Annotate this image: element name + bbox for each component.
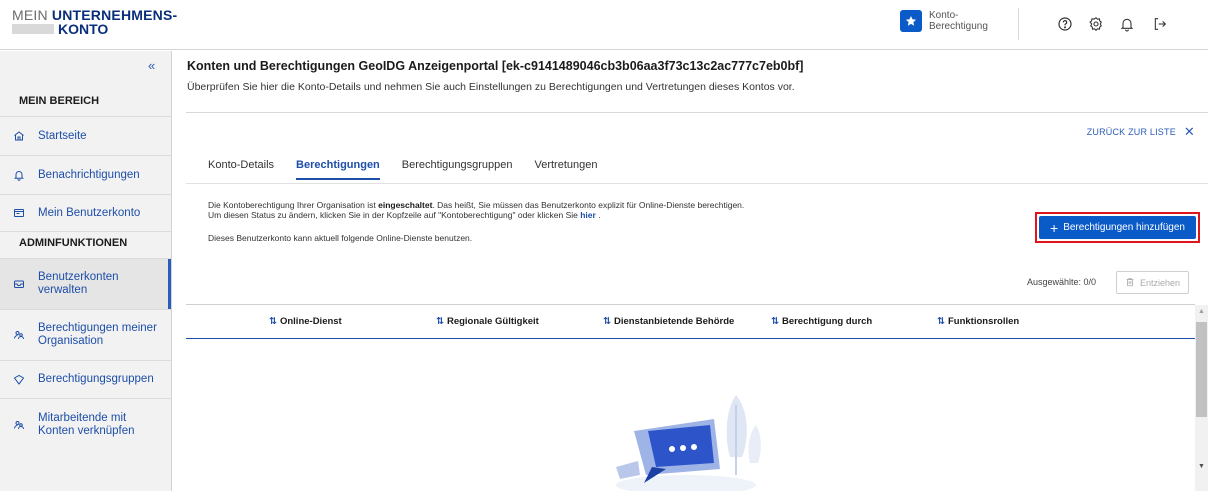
back-to-list-label: ZURÜCK ZUR LISTE [1086, 127, 1176, 137]
scrollbar-thumb[interactable] [1196, 322, 1207, 417]
add-permissions-button[interactable]: + Berechtigungen hinzufügen [1039, 216, 1196, 239]
link-users-icon [12, 418, 26, 432]
info-text: Um diesen Status zu ändern, klicken Sie … [208, 210, 581, 220]
bell-icon [12, 168, 26, 182]
sidebar-item-mitarbeitende-verknuepfen[interactable]: Mitarbeitende mit Konten verknüpfen [0, 399, 171, 451]
add-permissions-label: Berechtigungen hinzufügen [1063, 222, 1185, 233]
tag-icon [12, 373, 26, 387]
sidebar: « MEIN BEREICH Startseite Benachrichtigu… [0, 51, 172, 491]
column-label: Regionale Gültigkeit [446, 316, 539, 327]
sidebar-item-label: Benachrichtigungen [38, 168, 140, 181]
sidebar-item-label-line2: verwalten [38, 284, 88, 296]
sidebar-item-benutzerkonten-verwalten[interactable]: Benutzerkonten verwalten [0, 259, 171, 309]
sidebar-item-label: Berechtigungen meiner Organisation [38, 322, 157, 348]
sort-icon: ⇅ [937, 316, 945, 327]
logout-icon[interactable] [1150, 14, 1170, 34]
help-icon[interactable] [1055, 14, 1075, 34]
sidebar-item-label: Startseite [38, 129, 87, 142]
logo-bar [12, 24, 54, 34]
tab-konto-details[interactable]: Konto-Details [208, 159, 274, 180]
konto-berechtigung-button[interactable]: Konto- Berechtigung [900, 10, 999, 32]
tab-bar: Konto-Details Berechtigungen Berechtigun… [208, 159, 619, 180]
divider [0, 231, 171, 232]
collapse-sidebar-button[interactable]: « [148, 58, 155, 73]
tab-berechtigungsgruppen[interactable]: Berechtigungsgruppen [402, 159, 513, 180]
column-label: Funktionsrollen [947, 316, 1020, 327]
sidebar-item-startseite[interactable]: Startseite [0, 117, 171, 155]
info-text: . Das heißt, Sie müssen das Benutzerkont… [432, 200, 745, 210]
column-berechtigung-durch[interactable]: ⇅ Berechtigung durch [771, 316, 872, 327]
info-line-1: Die Kontoberechtigung Ihrer Organisation… [208, 200, 744, 210]
sidebar-item-benachrichtigungen[interactable]: Benachrichtigungen [0, 156, 171, 194]
tab-divider [186, 183, 1208, 184]
column-regionale-gueltigkeit[interactable]: ⇅ Regionale Gültigkeit [436, 316, 539, 327]
column-funktionsrollen[interactable]: ⇅ Funktionsrollen [937, 316, 1019, 327]
sidebar-item-berechtigungsgruppen[interactable]: Berechtigungsgruppen [0, 361, 171, 398]
bell-icon[interactable] [1117, 14, 1137, 34]
info-text: Die Kontoberechtigung Ihrer Organisation… [208, 200, 379, 210]
sort-icon: ⇅ [603, 316, 611, 327]
users-box-icon [12, 277, 26, 291]
settings-icon[interactable] [1086, 14, 1106, 34]
selected-count: Ausgewählte: 0/0 [1027, 277, 1097, 287]
sidebar-item-label-line2: Konten verknüpfen [38, 425, 135, 437]
section-adminfunktionen: ADMINFUNKTIONEN [19, 237, 128, 249]
sidebar-item-label: Benutzerkonten verwalten [38, 271, 119, 297]
sort-icon: ⇅ [436, 316, 444, 327]
sidebar-item-mein-benutzerkonto[interactable]: Mein Benutzerkonto [0, 195, 171, 231]
hier-link[interactable]: hier [580, 210, 596, 220]
details-panel: ZURÜCK ZUR LISTE ✕ Konto-Details Berecht… [186, 112, 1208, 491]
home-icon [12, 129, 26, 143]
sidebar-item-berechtigungen-meiner-organisation[interactable]: Berechtigungen meiner Organisation [0, 310, 171, 360]
table-header: ⇅ Online-Dienst ⇅ Regionale Gültigkeit ⇅ Di… [186, 305, 1195, 339]
plus-icon: + [1050, 219, 1059, 236]
id-card-icon [12, 206, 26, 220]
back-to-list-link[interactable]: ZURÜCK ZUR LISTE ✕ [1087, 124, 1195, 140]
logo-prefix: MEIN [12, 7, 52, 23]
konto-badge-line2: Berechtigung [929, 21, 988, 32]
info-text: . [595, 210, 601, 220]
tab-berechtigungen[interactable]: Berechtigungen [296, 159, 380, 180]
info-emphasis: eingeschaltet [378, 200, 433, 210]
konto-badge-line1: Konto- [929, 10, 959, 21]
star-icon [900, 10, 922, 32]
withdraw-label: Entziehen [1139, 277, 1181, 288]
sidebar-item-label: Mein Benutzerkonto [38, 206, 141, 219]
info-line-2: Um diesen Status zu ändern, klicken Sie … [208, 210, 601, 220]
sidebar-item-label-line1: Berechtigungen meiner [38, 322, 157, 334]
sidebar-item-label-line1: Benutzerkonten [38, 271, 119, 283]
page-title: Konten und Berechtigungen GeoIDG Anzeige… [187, 59, 804, 73]
column-online-dienst[interactable]: ⇅ Online-Dienst [269, 316, 342, 327]
sort-icon: ⇅ [771, 316, 779, 327]
sidebar-item-label-line1: Mitarbeitende mit [38, 412, 127, 424]
section-mein-bereich: MEIN BEREICH [19, 95, 100, 107]
column-label: Berechtigung durch [781, 316, 873, 327]
app-logo[interactable]: MEIN UNTERNEHMENS- KONTO [12, 8, 177, 36]
sort-icon: ⇅ [269, 316, 277, 327]
add-button-highlight: + Berechtigungen hinzufügen [1035, 212, 1200, 243]
logo-line2: KONTO [58, 21, 109, 37]
info-line-3: Dieses Benutzerkonto kann aktuell folgen… [208, 233, 473, 243]
page-subtitle: Überprüfen Sie hier die Konto-Details un… [187, 81, 795, 93]
column-label: Online-Dienst [279, 316, 342, 327]
close-icon[interactable]: ✕ [1184, 124, 1195, 140]
column-label: Dienstanbietende Behörde [613, 316, 735, 327]
scroll-up-icon[interactable]: ▲ [1198, 308, 1205, 315]
app-header: MEIN UNTERNEHMENS- KONTO Konto- Berechti… [0, 0, 1208, 50]
sidebar-item-label: Berechtigungsgruppen [38, 373, 154, 385]
tab-vertretungen[interactable]: Vertretungen [534, 159, 597, 180]
group-icon [12, 328, 26, 342]
column-dienstanbietende-behoerde[interactable]: ⇅ Dienstanbietende Behörde [603, 316, 734, 327]
header-divider [1018, 8, 1019, 40]
sidebar-item-label: Mitarbeitende mit Konten verknüpfen [38, 412, 135, 438]
trash-icon [1125, 277, 1135, 289]
empty-state-illustration [616, 395, 761, 491]
withdraw-button[interactable]: Entziehen [1116, 271, 1189, 294]
scroll-down-icon[interactable]: ▼ [1198, 463, 1205, 470]
sidebar-item-label-line2: Organisation [38, 335, 104, 347]
table-scrollbar[interactable]: ▲ ▼ [1195, 305, 1208, 491]
